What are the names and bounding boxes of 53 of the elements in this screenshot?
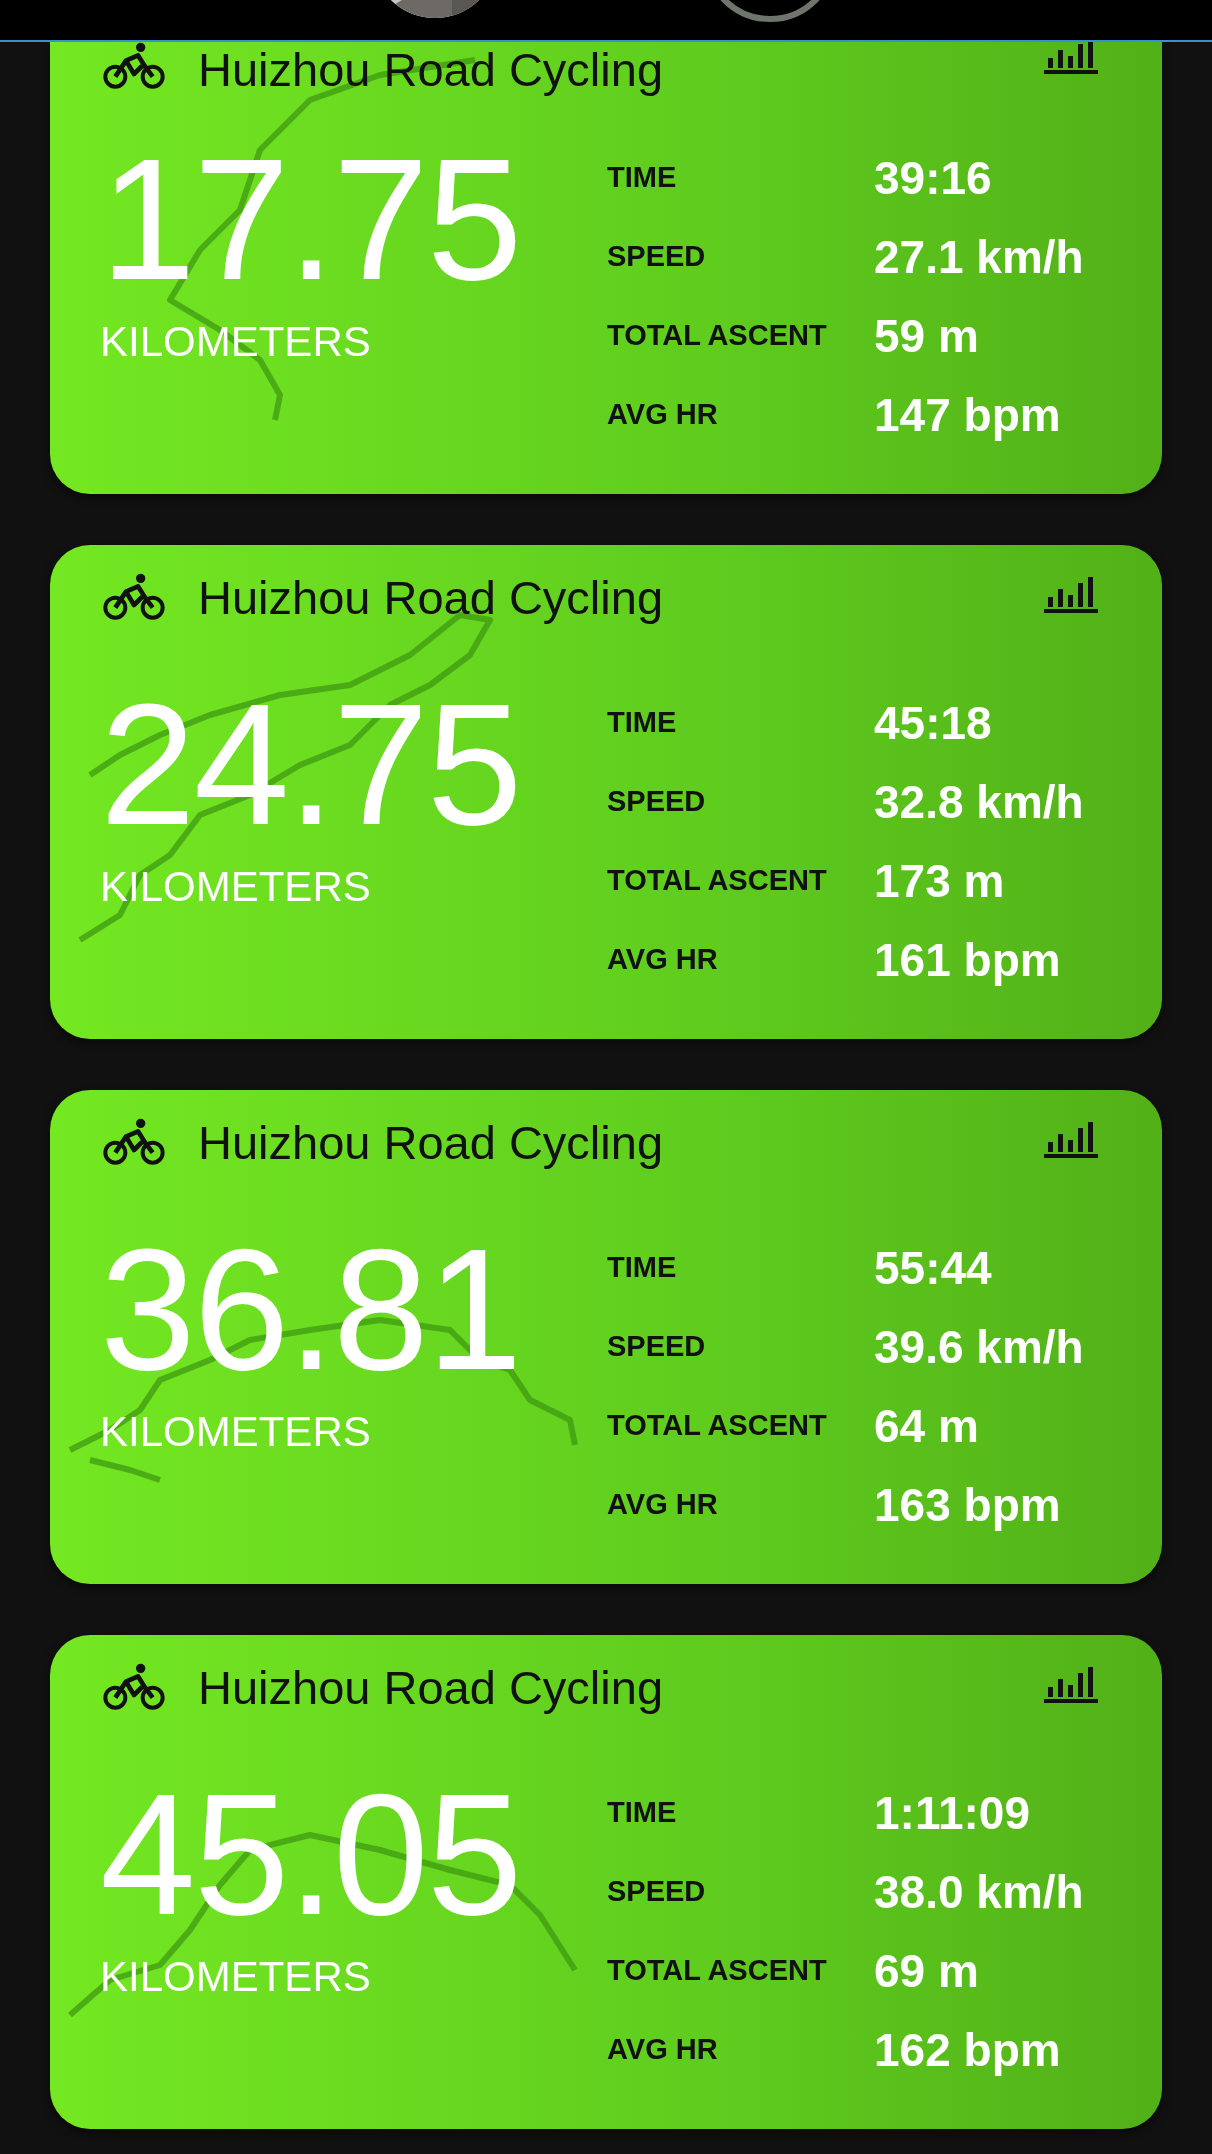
stat-label: SPEED — [607, 785, 707, 818]
stat-label: TOTAL ASCENT — [607, 319, 828, 352]
stat-value: 162 bpm — [874, 2022, 1062, 2077]
distance-unit: KILOMETERS — [100, 1408, 371, 1456]
distance-value: 45.05 — [100, 1769, 521, 1939]
stat-value: 1:11:09 — [874, 1785, 1031, 1840]
activity-card[interactable]: Huizhou Road Cycling 24.75 KILOMETERS TIME 45:18 SPEED 32.8 km/h TOTAL ASCENT 173 m AVG HR 161 bpm — [50, 545, 1162, 1039]
stat-label: AVG HR — [607, 1488, 719, 1521]
distance-value: 17.75 — [100, 134, 521, 304]
stat-value: 32.8 km/h — [874, 774, 1084, 829]
activity-card[interactable]: Huizhou Road Cycling 17.75 KILOMETERS TIME 39:16 SPEED 27.1 km/h TOTAL ASCENT 59 m AVG HR 147 bpm — [50, 42, 1162, 494]
distance-unit: KILOMETERS — [100, 1953, 371, 2001]
stat-label: TOTAL ASCENT — [607, 1954, 828, 1987]
stat-label: AVG HR — [607, 2033, 719, 2066]
stat-label: SPEED — [607, 1330, 707, 1363]
stat-label: TIME — [607, 1251, 678, 1284]
stat-label: TIME — [607, 161, 678, 194]
stat-label: AVG HR — [607, 398, 719, 431]
activity-title: Huizhou Road Cycling — [198, 1659, 665, 1715]
activity-title: Huizhou Road Cycling — [198, 569, 665, 625]
bar-chart-icon[interactable] — [1044, 42, 1100, 74]
distance-value: 36.81 — [100, 1224, 521, 1394]
distance-unit: KILOMETERS — [100, 318, 371, 366]
stat-value: 147 bpm — [874, 387, 1062, 442]
cyclist-icon — [102, 1118, 166, 1166]
stat-label: TIME — [607, 706, 678, 739]
cyclist-icon — [102, 42, 166, 90]
stat-label: TIME — [607, 1796, 678, 1829]
stat-value: 69 m — [874, 1943, 980, 1998]
stat-label: TOTAL ASCENT — [607, 864, 828, 897]
activity-card[interactable]: Huizhou Road Cycling 45.05 KILOMETERS TIME 1:11:09 SPEED 38.0 km/h TOTAL ASCENT 69 m AVG HR 162 bpm — [50, 1635, 1162, 2129]
stat-value: 173 m — [874, 853, 1006, 908]
stat-value: 39.6 km/h — [874, 1319, 1084, 1374]
stat-value: 38.0 km/h — [874, 1864, 1084, 1919]
distance-unit: KILOMETERS — [100, 863, 371, 911]
cyclist-icon — [102, 573, 166, 621]
distance-value: 24.75 — [100, 679, 521, 849]
stat-value: 39:16 — [874, 150, 993, 205]
stat-value: 55:44 — [874, 1240, 993, 1295]
stat-value: 59 m — [874, 308, 980, 363]
activity-card[interactable]: Huizhou Road Cycling 36.81 KILOMETERS TIME 55:44 SPEED 39.6 km/h TOTAL ASCENT 64 m AVG HR 163 bpm — [50, 1090, 1162, 1584]
activity-title: Huizhou Road Cycling — [198, 1114, 665, 1170]
stat-label: TOTAL ASCENT — [607, 1409, 828, 1442]
stat-label: AVG HR — [607, 943, 719, 976]
stat-value: 64 m — [874, 1398, 980, 1453]
stat-value: 161 bpm — [874, 932, 1062, 987]
stat-label: SPEED — [607, 240, 707, 273]
cyclist-icon — [102, 1663, 166, 1711]
activity-title: Huizhou Road Cycling — [198, 42, 665, 97]
stat-label: SPEED — [607, 1875, 707, 1908]
stat-value: 45:18 — [874, 695, 993, 750]
stat-value: 163 bpm — [874, 1477, 1062, 1532]
stat-value: 27.1 km/h — [874, 229, 1084, 284]
